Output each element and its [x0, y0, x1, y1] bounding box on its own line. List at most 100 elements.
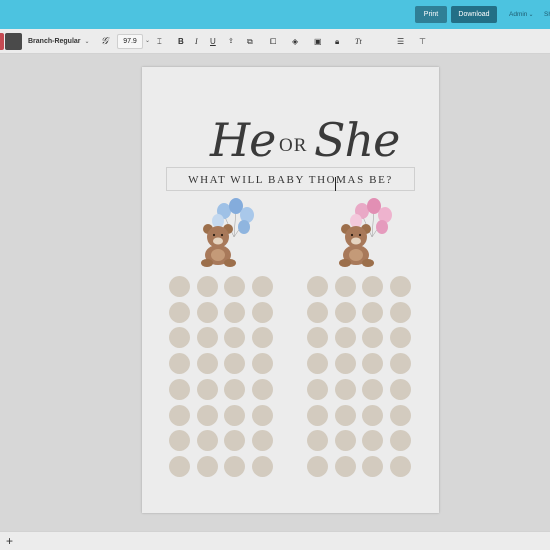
guess-dot: [224, 353, 245, 375]
guess-dot: [251, 327, 273, 349]
guess-dot: [362, 404, 383, 426]
resize-icon[interactable]: ⧉: [247, 34, 253, 49]
guess-dot: [334, 404, 356, 426]
lock-icon[interactable]: 🔒︎: [335, 34, 339, 49]
guess-dot: [362, 327, 383, 349]
font-family-value: Branch-Regular: [28, 38, 81, 45]
guess-dot: [389, 404, 411, 426]
guess-dot: [196, 327, 218, 349]
guess-dot: [169, 353, 190, 375]
guess-dot: [169, 378, 190, 400]
uppercase-icon[interactable]: ⇪: [228, 34, 234, 49]
guess-dot: [196, 378, 218, 400]
guess-dot: [169, 455, 190, 477]
guess-dot: [362, 455, 383, 477]
guess-dot: [362, 353, 383, 375]
guess-dot: [334, 327, 356, 349]
guess-dot: [196, 455, 218, 477]
guess-dot: [389, 327, 411, 349]
guess-dot: [307, 276, 328, 297]
bear-blue-balloons-icon[interactable]: [194, 197, 260, 269]
guess-dot: [389, 276, 411, 297]
guess-dot: [307, 378, 328, 400]
guess-dot: [307, 353, 328, 375]
guess-dot: [169, 327, 190, 349]
guess-dot: [362, 276, 383, 297]
guess-dot: [389, 455, 411, 477]
top-bar: Print Download Admin⌄ Sh: [0, 0, 550, 29]
color-swatch-primary[interactable]: [0, 33, 4, 50]
guess-dot: [251, 404, 273, 426]
guess-dot: [224, 327, 245, 349]
print-button[interactable]: Print: [415, 6, 447, 23]
bear-pink-balloons-icon[interactable]: [332, 197, 398, 269]
guess-dot: [224, 378, 245, 400]
guess-dot: [251, 353, 273, 375]
font-style-icon[interactable]: 𝒢: [101, 34, 108, 49]
bold-icon[interactable]: B: [178, 34, 184, 49]
guess-dot: [224, 276, 245, 297]
arrange-icon[interactable]: ▣: [314, 34, 322, 49]
underline-icon[interactable]: U: [210, 34, 216, 49]
guess-dot: [307, 404, 328, 426]
title-or[interactable]: OR: [279, 135, 307, 157]
text-height-icon[interactable]: ⌶: [157, 34, 162, 49]
duplicate-icon[interactable]: ⧠: [270, 34, 276, 49]
guess-dot: [362, 430, 383, 452]
guess-dot: [196, 353, 218, 375]
guess-dot: [224, 404, 245, 426]
guess-dot: [196, 301, 218, 323]
subtitle-text-box[interactable]: WHAT WILL BABY THOMAS BE?: [166, 167, 415, 191]
subtitle[interactable]: WHAT WILL BABY THOMAS BE?: [167, 168, 414, 190]
guess-dot: [224, 430, 245, 452]
guess-dot: [334, 301, 356, 323]
color-swatch-secondary[interactable]: [5, 33, 22, 50]
add-page-button[interactable]: +: [6, 534, 13, 548]
title-she[interactable]: She: [314, 113, 400, 167]
guess-dot: [251, 378, 273, 400]
guess-dot: [196, 430, 218, 452]
guess-dot: [224, 455, 245, 477]
guess-dot: [389, 378, 411, 400]
guess-dot: [196, 404, 218, 426]
italic-icon[interactable]: I: [195, 34, 198, 49]
guess-dot: [251, 301, 273, 323]
line-spacing-icon[interactable]: ☰: [397, 34, 404, 49]
guess-dot: [169, 404, 190, 426]
guess-dot: [251, 430, 273, 452]
align-icon[interactable]: ⊤: [419, 34, 426, 49]
guess-dot: [334, 276, 356, 297]
guess-dot: [224, 301, 245, 323]
text-cursor: [335, 177, 336, 191]
user-menu[interactable]: Admin⌄: [509, 6, 533, 23]
download-button[interactable]: Download: [451, 6, 497, 23]
guess-dot: [362, 301, 383, 323]
guess-dot: [169, 430, 190, 452]
text-transform-icon[interactable]: Tt: [355, 34, 362, 49]
guess-dot: [307, 430, 328, 452]
guess-dot: [169, 301, 190, 323]
guess-dot: [334, 378, 356, 400]
design-canvas[interactable]: He OR She WHAT WILL BABY THOMAS BE?: [142, 67, 439, 513]
title-he[interactable]: He: [210, 113, 276, 167]
guess-dot: [251, 276, 273, 297]
guess-dot: [334, 455, 356, 477]
layers-icon[interactable]: ◈: [292, 34, 298, 49]
share-link[interactable]: Sh: [544, 6, 550, 23]
font-family-select[interactable]: Branch-Regular ⌄: [28, 35, 90, 48]
chevron-down-icon: ⌄: [528, 12, 534, 18]
editor-toolbar: Branch-Regular ⌄ 𝒢 97.9 ⌄ ⌶ B I U ⇪ ⧉ ⧠ ◈…: [0, 29, 550, 54]
guess-dot: [334, 430, 356, 452]
bottom-bar: +: [0, 531, 550, 550]
guess-dot: [307, 301, 328, 323]
chevron-down-icon: ⌄: [84, 39, 90, 45]
guess-dot: [389, 353, 411, 375]
guess-dot: [389, 430, 411, 452]
guess-dot: [362, 378, 383, 400]
chevron-down-icon[interactable]: ⌄: [145, 34, 150, 49]
font-size-input[interactable]: 97.9: [117, 34, 143, 49]
guess-dot: [196, 276, 218, 297]
guess-dot: [251, 455, 273, 477]
guess-dot: [169, 276, 190, 297]
guess-dot: [307, 327, 328, 349]
